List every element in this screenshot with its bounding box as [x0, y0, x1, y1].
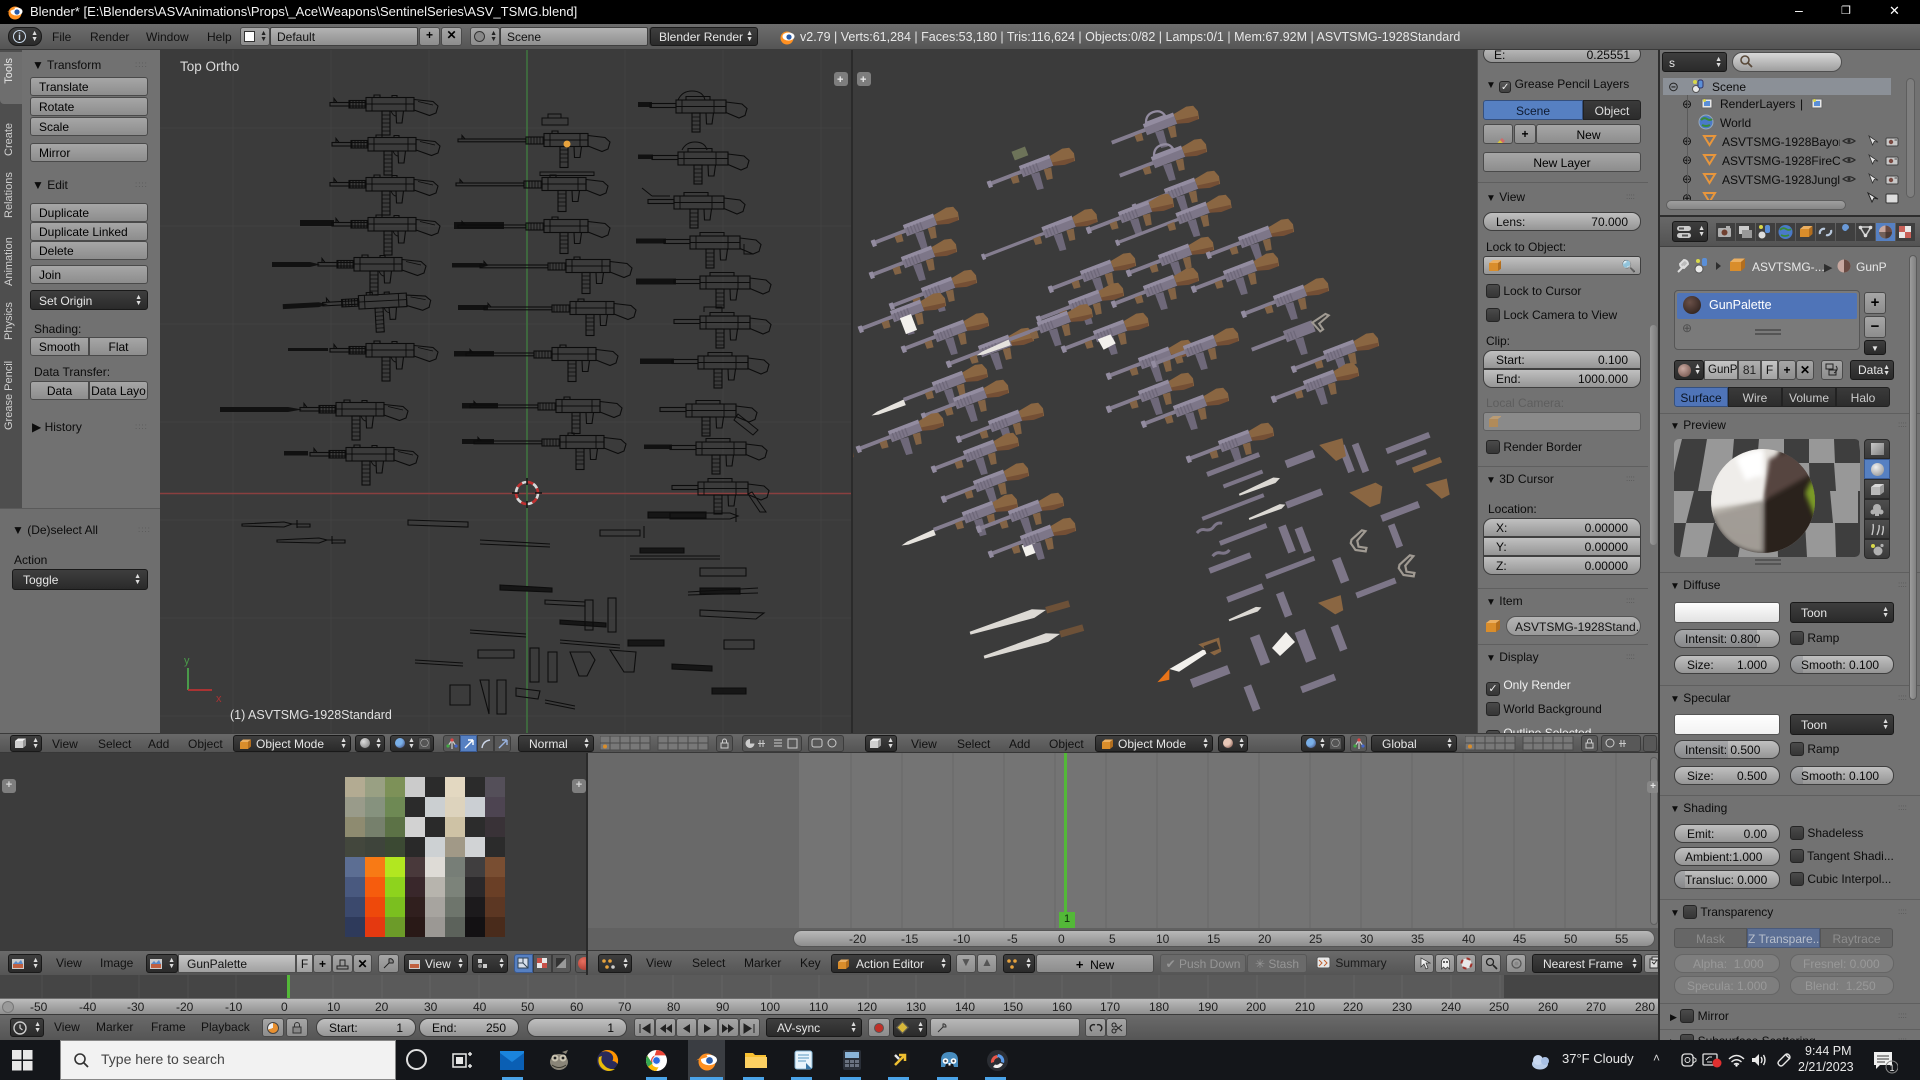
svg-text:ASVTSMG-...: ASVTSMG-... — [1752, 260, 1825, 274]
svg-text:x: x — [216, 693, 222, 705]
svg-text:+: + — [837, 74, 843, 86]
svg-text:Top Ortho: Top Ortho — [180, 59, 239, 74]
svg-text:(1) ASVTSMG-1928Standard: (1) ASVTSMG-1928Standard — [230, 708, 392, 722]
svg-text:GunP: GunP — [1856, 260, 1887, 274]
svg-text:+: + — [860, 74, 866, 86]
svg-text:1: 1 — [1890, 1063, 1895, 1073]
svg-text:y: y — [184, 655, 190, 667]
svg-text:▶: ▶ — [1824, 262, 1833, 274]
